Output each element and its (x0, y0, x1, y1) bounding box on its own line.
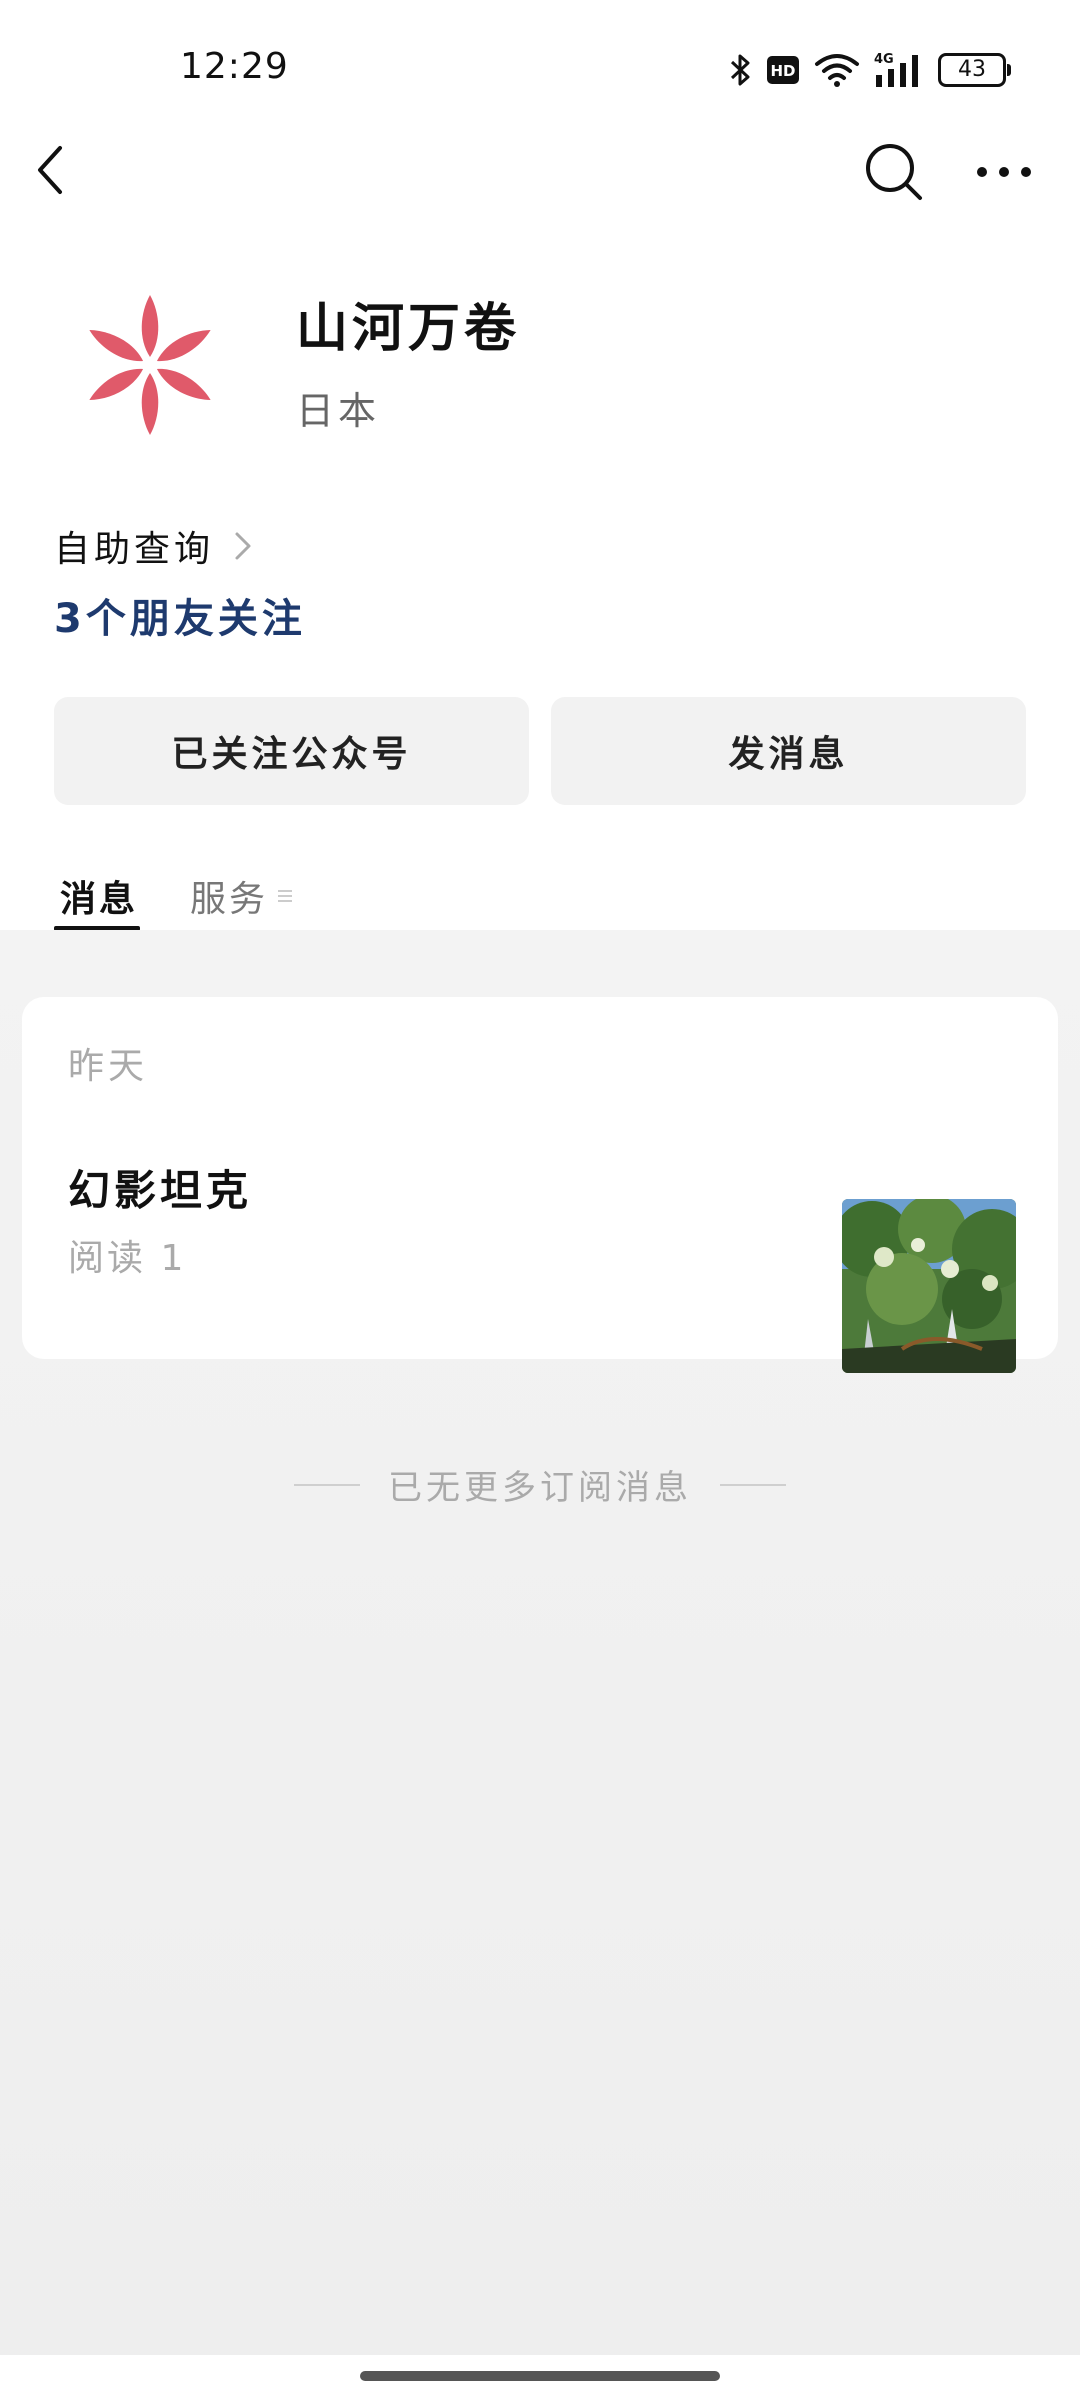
wifi-icon (814, 52, 860, 88)
bluetooth-icon (730, 53, 752, 87)
article-read-count: 阅读 1 (68, 1238, 187, 1279)
send-message-button[interactable]: 发消息 (551, 697, 1026, 805)
more-button[interactable] (970, 140, 1040, 204)
divider (720, 1483, 786, 1486)
tab-services[interactable]: 服务 (190, 870, 294, 922)
account-region: 日本 (296, 389, 381, 433)
article-title[interactable]: 幻影坦克 (68, 1157, 252, 1218)
network-label: 4G (874, 52, 894, 67)
status-time: 12:29 (180, 46, 289, 87)
gesture-bar (0, 2355, 1080, 2400)
menu-icon (278, 890, 293, 902)
signal-icon: 4G (874, 51, 924, 89)
home-indicator[interactable] (360, 2371, 720, 2381)
chevron-left-icon (38, 146, 62, 194)
message-card: 昨天 幻影坦克 阅读 1 (22, 997, 1058, 1373)
tab-messages[interactable]: 消息 (60, 870, 138, 922)
divider (294, 1483, 360, 1486)
message-date: 昨天 (68, 1046, 149, 1087)
search-button[interactable] (862, 140, 926, 204)
search-icon (866, 144, 922, 200)
message-feed: 昨天 幻影坦克 阅读 1 已无更多订阅消息 (0, 930, 1080, 2355)
tab-services-label: 服务 (190, 879, 269, 920)
tab-bar: 消息 服务 (0, 860, 1080, 931)
hd-icon: HD (766, 55, 800, 85)
chevron-right-icon (235, 532, 251, 560)
more-icon (977, 167, 1031, 177)
self-service-label: 自助查询 (54, 529, 215, 570)
hd-label: HD (770, 62, 795, 80)
account-avatar[interactable] (70, 285, 230, 445)
back-button[interactable] (30, 140, 90, 200)
battery-icon: 43 (938, 53, 1011, 87)
self-service-link[interactable]: 自助查询 (54, 520, 254, 572)
article-thumbnail[interactable] (842, 1199, 1016, 1373)
status-icons: HD 4G 43 (730, 48, 1011, 92)
end-of-feed-note: 已无更多订阅消息 (0, 1460, 1080, 1509)
end-of-feed-text: 已无更多订阅消息 (388, 1468, 692, 1508)
friends-follow-link[interactable]: 3个朋友关注 (54, 586, 306, 644)
account-name: 山河万卷 (296, 299, 521, 359)
account-profile-screen: 12:29 HD 4G 43 山河万卷 日本 自助查询 3个朋友关注 已关注公众… (0, 0, 1080, 2400)
followed-account-button[interactable]: 已关注公众号 (54, 697, 529, 805)
status-bar: 12:29 HD 4G 43 (0, 0, 1080, 140)
flower-logo-icon (89, 295, 211, 435)
